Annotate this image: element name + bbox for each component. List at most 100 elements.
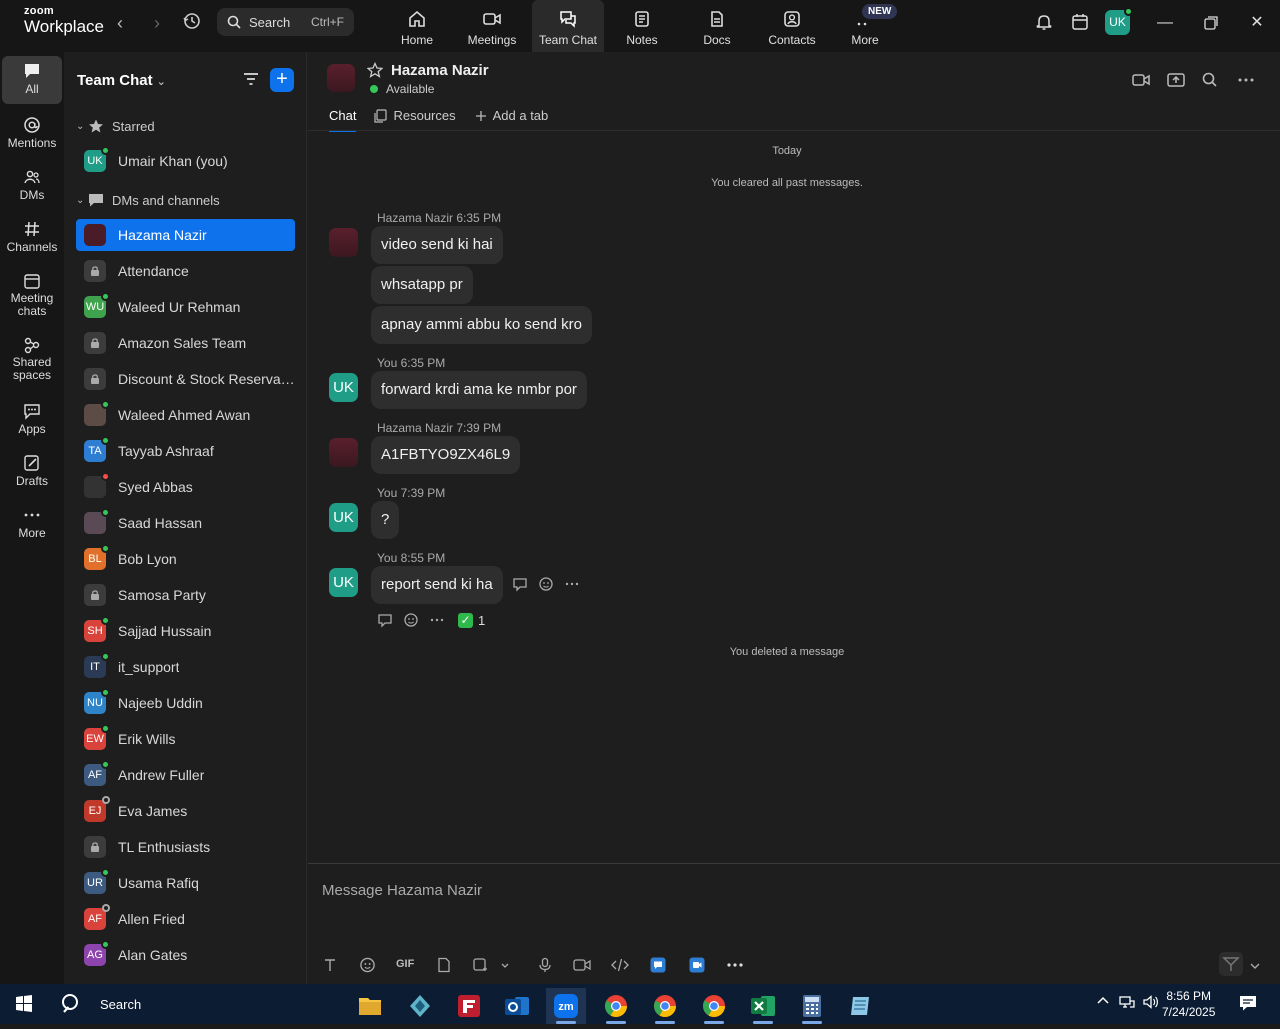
restore-button[interactable] xyxy=(1200,12,1222,34)
back-arrow-icon[interactable]: ‹ xyxy=(109,12,131,34)
notification-bell-icon[interactable] xyxy=(1034,12,1056,34)
more-options-icon[interactable] xyxy=(1236,70,1256,90)
windows-start-icon[interactable] xyxy=(8,988,40,1020)
user-avatar[interactable]: UK xyxy=(1105,7,1133,35)
sender-avatar[interactable]: UK xyxy=(329,568,358,597)
minimize-button[interactable]: — xyxy=(1154,12,1176,34)
rail-item-mentions[interactable]: Mentions xyxy=(2,110,62,150)
share-screen-icon[interactable] xyxy=(1166,70,1186,90)
dms-section-header[interactable]: ⌄ DMs and channels xyxy=(76,192,220,208)
channel-list-item[interactable]: Amazon Sales Team xyxy=(76,327,295,359)
dm-list-item[interactable]: UR Usama Rafiq xyxy=(76,867,295,899)
calculator-icon[interactable] xyxy=(792,988,832,1024)
rail-item-meeting-chats[interactable]: Meeting chats xyxy=(2,266,62,318)
dm-list-item[interactable]: TA Tayyab Ashraaf xyxy=(76,435,295,467)
dm-list-item[interactable]: Waleed Ahmed Awan xyxy=(76,399,295,431)
notepad-icon[interactable] xyxy=(841,988,881,1024)
sender-avatar[interactable]: UK xyxy=(329,503,358,532)
calendar-icon[interactable] xyxy=(1070,12,1092,34)
message-bubble[interactable]: report send ki ha xyxy=(371,566,503,604)
dm-list-item[interactable]: WU Waleed Ur Rehman xyxy=(76,291,295,323)
starred-section-header[interactable]: ⌄ Starred xyxy=(76,118,155,134)
chrome-icon[interactable] xyxy=(596,988,636,1024)
zoom-taskbar-icon[interactable]: zm xyxy=(546,988,586,1024)
more-dots-icon[interactable] xyxy=(726,955,744,975)
more-dots-icon[interactable] xyxy=(429,612,445,628)
dm-list-item[interactable]: EW Erik Wills xyxy=(76,723,295,755)
reaction-checkmark[interactable]: ✓ 1 xyxy=(458,613,485,628)
search-input[interactable]: Search Ctrl+F xyxy=(217,8,354,36)
message-bubble[interactable]: ? xyxy=(371,501,400,539)
dm-list-item[interactable]: BL Bob Lyon xyxy=(76,543,295,575)
channel-list-item[interactable]: Attendance xyxy=(76,255,295,287)
team-chat-title[interactable]: Team Chat ⌄ xyxy=(77,72,166,89)
microphone-icon[interactable] xyxy=(537,955,553,975)
close-window-button[interactable]: ✕ xyxy=(1246,12,1268,34)
volume-icon[interactable] xyxy=(1142,994,1160,1013)
rail-item-shared-spaces[interactable]: Shared spaces xyxy=(2,330,62,382)
chevron-down-icon[interactable] xyxy=(500,955,510,975)
message-input[interactable] xyxy=(322,878,1022,902)
message-bubble[interactable]: A1FBTYO9ZX46L9 xyxy=(371,436,521,474)
excel-icon[interactable] xyxy=(743,988,783,1024)
network-icon[interactable] xyxy=(1118,994,1136,1013)
app-chat-icon[interactable] xyxy=(650,955,666,975)
show-hidden-icons-chevron[interactable] xyxy=(1096,994,1110,1011)
app-zoom-icon[interactable] xyxy=(689,955,705,975)
send-button[interactable] xyxy=(1219,952,1243,976)
dm-list-item[interactable]: Syed Abbas xyxy=(76,471,295,503)
rail-item-dms[interactable]: DMs xyxy=(2,162,62,202)
channel-list-item[interactable]: Samosa Party xyxy=(76,579,295,611)
tab-chat[interactable]: Chat xyxy=(329,108,357,132)
dm-list-item[interactable]: Hazama Nazir xyxy=(76,219,295,251)
reply-thread-icon[interactable] xyxy=(512,576,528,592)
forward-arrow-icon[interactable]: › xyxy=(146,12,168,34)
nav-tab-notes[interactable]: Notes xyxy=(606,0,678,52)
text-format-icon[interactable] xyxy=(322,955,338,975)
outlook-icon[interactable] xyxy=(497,988,537,1024)
history-icon[interactable] xyxy=(182,11,204,33)
nav-tab-meetings[interactable]: Meetings xyxy=(456,0,528,52)
star-icon[interactable] xyxy=(366,61,384,83)
dm-list-item[interactable]: AG Alan Gates xyxy=(76,939,295,971)
sender-avatar[interactable]: UK xyxy=(329,373,358,402)
dm-list-item[interactable]: SH Sajjad Hussain xyxy=(76,615,295,647)
notification-center-icon[interactable] xyxy=(1238,993,1258,1016)
message-bubble[interactable]: video send ki hai xyxy=(371,226,503,264)
dm-list-item[interactable]: Saad Hassan xyxy=(76,507,295,539)
starred-item-self[interactable]: UK Umair Khan (you) xyxy=(76,145,295,177)
rail-item-apps[interactable]: Apps xyxy=(2,396,62,436)
nav-tab-docs[interactable]: Docs xyxy=(681,0,753,52)
chrome-profile-icon[interactable] xyxy=(694,988,734,1024)
system-clock[interactable]: 8:56 PM 7/24/2025 xyxy=(1162,988,1215,1020)
rail-item-all[interactable]: All xyxy=(2,56,62,104)
tab-add-a-tab[interactable]: Add a tab xyxy=(474,108,548,132)
rail-item-channels[interactable]: Channels xyxy=(2,214,62,254)
rail-item-more[interactable]: More xyxy=(2,500,62,540)
sender-avatar[interactable] xyxy=(329,438,358,467)
chrome-profile-icon[interactable] xyxy=(645,988,685,1024)
taskbar-search[interactable]: Search xyxy=(60,990,141,1018)
channel-list-item[interactable]: Discount & Stock Reservati... xyxy=(76,363,295,395)
video-message-icon[interactable] xyxy=(573,955,591,975)
dm-list-item[interactable]: EJ Eva James xyxy=(76,795,295,827)
code-snippet-icon[interactable] xyxy=(611,955,629,975)
search-icon[interactable] xyxy=(1200,70,1220,90)
dm-list-item[interactable]: AF Andrew Fuller xyxy=(76,759,295,791)
sender-avatar[interactable] xyxy=(329,228,358,257)
gif-button[interactable]: GIF xyxy=(396,958,414,978)
message-bubble[interactable]: apnay ammi abbu ko send kro xyxy=(371,306,592,344)
dm-list-item[interactable]: IT it_support xyxy=(76,651,295,683)
dm-list-item[interactable]: NU Najeeb Uddin xyxy=(76,687,295,719)
add-reaction-icon[interactable] xyxy=(403,612,419,628)
channel-list-item[interactable]: TL Enthusiasts xyxy=(76,831,295,863)
emoji-icon[interactable] xyxy=(359,955,376,975)
contact-avatar[interactable] xyxy=(327,64,355,92)
message-bubble[interactable]: forward krdi ama ke nmbr por xyxy=(371,371,587,409)
chevron-down-icon[interactable] xyxy=(1249,960,1261,972)
more-dots-icon[interactable] xyxy=(564,576,580,592)
nav-tab-team-chat[interactable]: Team Chat xyxy=(532,0,604,52)
screenshot-icon[interactable] xyxy=(472,955,488,975)
file-explorer-icon[interactable] xyxy=(350,988,390,1024)
add-button[interactable]: + xyxy=(270,68,294,92)
